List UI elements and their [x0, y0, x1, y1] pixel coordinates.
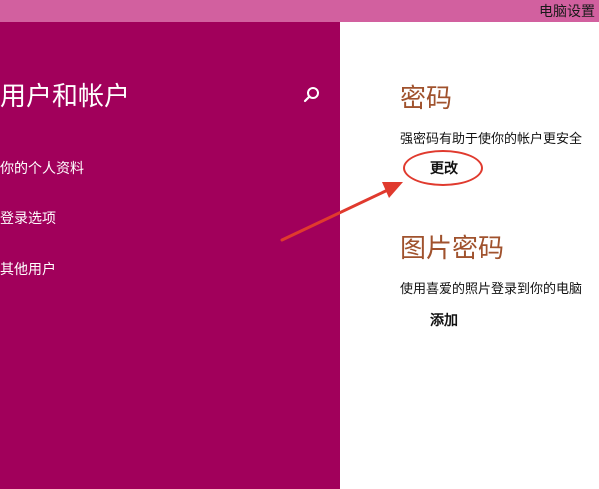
annotation-arrow — [280, 182, 403, 242]
settings-window: 电脑设置 用户和帐户 你的个人资料 登录选项 其他用户 密码 强密码有助于使你的… — [0, 0, 599, 489]
